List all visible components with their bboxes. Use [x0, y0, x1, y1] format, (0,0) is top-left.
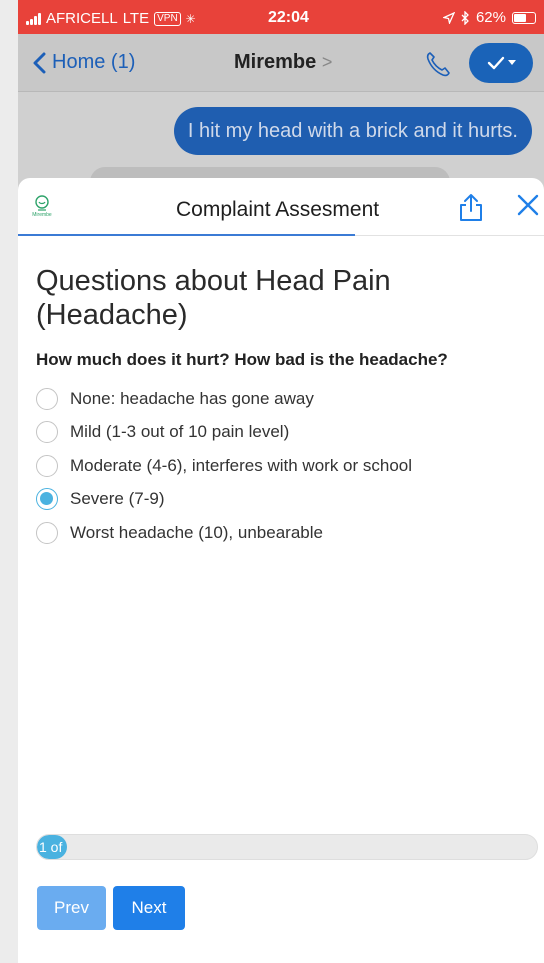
option-none[interactable]: None: headache has gone away: [36, 382, 536, 416]
close-icon[interactable]: [516, 193, 540, 217]
radio-button[interactable]: [36, 454, 58, 477]
navigation-bar: Home (1) Mirembe >: [18, 34, 544, 92]
status-right: 62%: [442, 9, 536, 26]
header-progress-line: [18, 234, 355, 236]
location-arrow-icon: [442, 11, 455, 24]
chevron-left-icon: [33, 52, 46, 73]
status-left: AFRICELL LTE VPN ✳: [26, 10, 196, 27]
option-label: Mild (1-3 out of 10 pain level): [70, 422, 290, 442]
radio-button[interactable]: [36, 521, 58, 544]
contact-name: Mirembe: [234, 51, 317, 73]
dropdown-caret-icon: [507, 60, 516, 65]
option-severe[interactable]: Severe (7-9): [36, 483, 536, 517]
sheet-title: Complaint Assesment: [176, 198, 380, 221]
contact-chevron: >: [321, 52, 333, 72]
option-label: None: headache has gone away: [70, 388, 314, 408]
chat-area: I hit my head with a brick and it hurts.: [18, 92, 544, 197]
battery-percent: 62%: [475, 9, 506, 26]
share-icon[interactable]: [458, 192, 484, 222]
check-icon: [487, 56, 504, 70]
next-button[interactable]: Next: [113, 886, 185, 930]
form-progress-bar: 1 of: [36, 834, 538, 860]
prev-button[interactable]: Prev: [37, 886, 106, 930]
form-content: Questions about Head Pain (Headache) How…: [36, 264, 536, 550]
contact-title[interactable]: Mirembe >: [234, 51, 332, 74]
battery-icon: [512, 11, 536, 24]
progress-label: 1 of: [39, 839, 63, 855]
radio-button[interactable]: [36, 387, 58, 410]
status-bar: AFRICELL LTE VPN ✳ 22:04 62%: [18, 0, 544, 34]
form-heading: Questions about Head Pain (Headache): [36, 265, 391, 331]
app-logo: Mirembe: [30, 194, 54, 220]
radio-button-selected[interactable]: [36, 488, 58, 511]
back-label: Home (1): [52, 51, 136, 73]
option-moderate[interactable]: Moderate (4-6), interferes with work or …: [36, 449, 536, 483]
phone-screen: AFRICELL LTE VPN ✳ 22:04 62% Home (1) Mi…: [18, 0, 544, 963]
option-worst[interactable]: Worst headache (10), unbearable: [36, 516, 536, 550]
outgoing-message-bubble[interactable]: I hit my head with a brick and it hurts.: [173, 107, 532, 155]
check-menu-button[interactable]: [469, 43, 533, 83]
status-time: 22:04: [268, 9, 309, 26]
vpn-badge: VPN: [154, 11, 181, 26]
network-type: LTE: [122, 10, 150, 27]
option-label: Worst headache (10), unbearable: [70, 522, 323, 542]
option-label: Moderate (4-6), interferes with work or …: [70, 455, 413, 475]
carrier-name: AFRICELL: [46, 10, 118, 27]
question-text: How much does it hurt? How bad is the he…: [36, 350, 448, 369]
app-logo-text: Mirembe: [32, 212, 52, 218]
assessment-sheet: Mirembe Complaint Assesment Questions ab…: [18, 178, 544, 963]
bluetooth-icon: [461, 10, 469, 25]
phone-icon[interactable]: [424, 50, 452, 78]
option-mild[interactable]: Mild (1-3 out of 10 pain level): [36, 416, 536, 450]
radio-button[interactable]: [36, 421, 58, 444]
signal-icon: [26, 12, 41, 25]
activity-spinner-icon: ✳: [185, 11, 196, 26]
option-label: Severe (7-9): [70, 489, 165, 509]
sheet-header: Mirembe Complaint Assesment: [18, 178, 544, 236]
back-button[interactable]: Home (1): [32, 51, 135, 74]
form-progress-fill: 1 of: [37, 835, 67, 859]
app-logo-icon: [35, 195, 49, 211]
answer-options: None: headache has gone away Mild (1-3 o…: [36, 382, 536, 550]
